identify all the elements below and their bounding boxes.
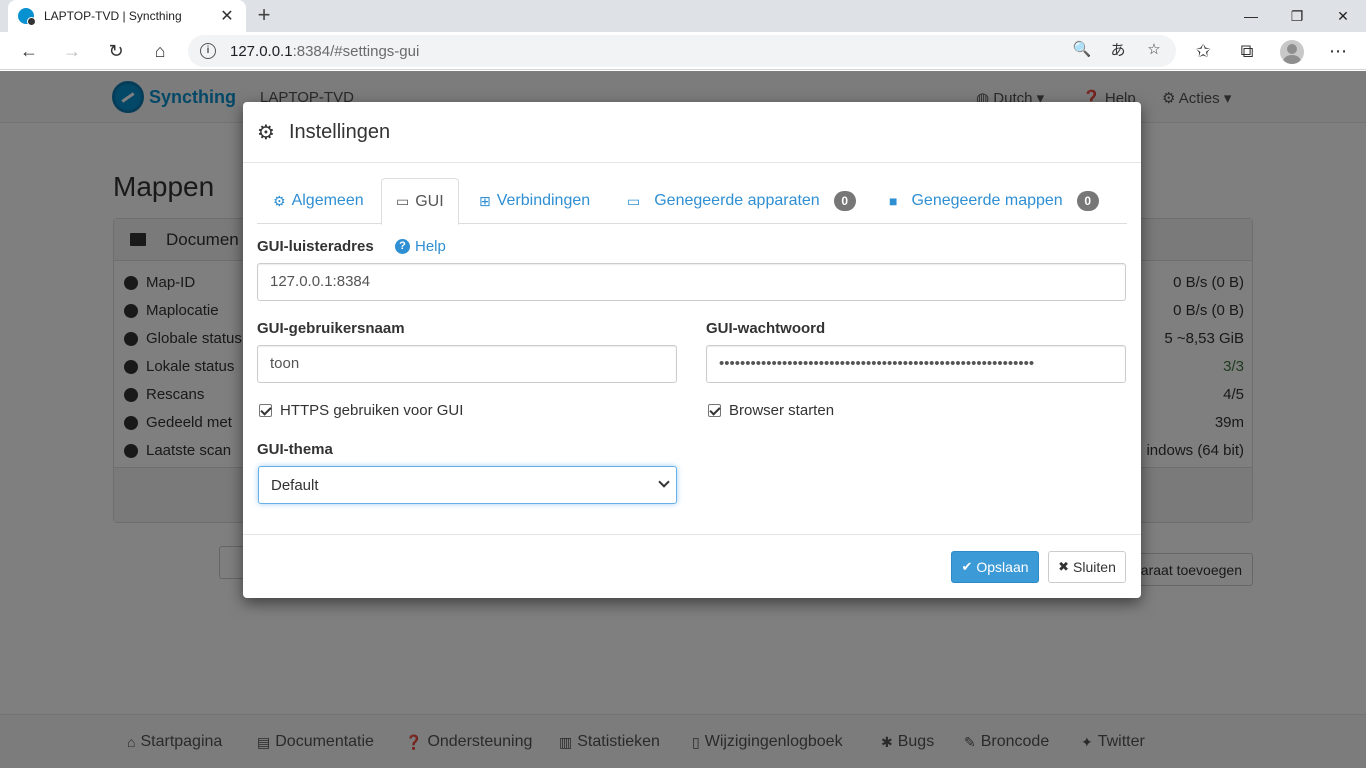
cog-icon: ⚙ <box>273 192 286 209</box>
url-path: :8384/#settings-gui <box>292 42 420 60</box>
new-tab-icon[interactable]: + <box>252 4 276 28</box>
check-icon: ✔ <box>961 559 973 574</box>
translate-icon[interactable]: あ <box>1107 38 1129 60</box>
more-menu-icon[interactable]: ⋯ <box>1323 36 1353 66</box>
theme-select-value: Default <box>271 476 319 494</box>
syncthing-favicon-icon <box>18 8 36 26</box>
sitemap-icon: ⊞ <box>479 192 491 209</box>
chevron-down-icon <box>658 476 670 488</box>
favorites-icon[interactable]: ✩ <box>1188 36 1218 66</box>
folder-tab-icon: ■ <box>889 193 898 209</box>
https-checkbox-label: HTTPS gebruiken voor GUI <box>280 402 464 419</box>
modal-footer: ✔ Opslaan ✖ Sluiten <box>243 534 1141 598</box>
gear-icon: ⚙ <box>257 121 275 144</box>
tab-gui[interactable]: ▭ GUI <box>381 178 459 225</box>
reload-icon[interactable]: ↻ <box>101 36 131 66</box>
settings-tabs: ⚙ Algemeen ▭ GUI ⊞ Verbindingen ▭ Genegeerde… <box>257 178 1127 225</box>
modal-title: Instellingen <box>288 120 391 143</box>
theme-label: GUI-thema <box>257 441 333 458</box>
restore-icon[interactable]: ❐ <box>1274 0 1320 32</box>
close-x-icon: ✖ <box>1058 559 1070 574</box>
home-icon[interactable]: ⌂ <box>145 36 175 66</box>
address-bar[interactable]: i 127.0.0.1:8384/#settings-gui <box>188 35 1176 67</box>
settings-modal: ⚙ Instellingen ⚙ Algemeen ▭ GUI ⊞ Verbindin… <box>243 102 1141 598</box>
browser-start-checkbox[interactable] <box>708 404 721 417</box>
tab-title: LAPTOP-TVD | Syncthing <box>44 9 182 23</box>
ignored-devices-badge: 0 <box>833 191 856 211</box>
theme-select[interactable]: Default <box>258 466 677 504</box>
question-circle-icon: ? <box>395 239 410 254</box>
https-checkbox-row[interactable]: HTTPS gebruiken voor GUI <box>259 402 463 419</box>
password-input[interactable]: ••••••••••••••••••••••••••••••••••••••••… <box>706 345 1126 383</box>
browser-toolbar: ← → ↻ ⌂ i 127.0.0.1:8384/#settings-gui 🔍… <box>0 32 1366 70</box>
browser-tabstrip: LAPTOP-TVD | Syncthing ✕ + — ❐ ✕ <box>0 0 1366 32</box>
browser-start-label: Browser starten <box>729 402 835 419</box>
ignored-folders-badge: 0 <box>1076 191 1099 211</box>
save-button[interactable]: ✔ Opslaan <box>951 551 1039 583</box>
laptop-icon: ▭ <box>627 192 641 209</box>
tab-connections[interactable]: ⊞ Verbindingen <box>465 178 604 224</box>
password-label: GUI-wachtwoord <box>706 320 826 337</box>
minimize-icon[interactable]: — <box>1228 0 1274 32</box>
listen-address-input[interactable]: 127.0.0.1:8384 <box>257 263 1126 301</box>
listen-address-help-link[interactable]: ? Help <box>395 238 446 255</box>
https-checkbox[interactable] <box>259 404 272 417</box>
profile-avatar[interactable] <box>1280 40 1304 64</box>
tab-close-icon[interactable]: ✕ <box>218 6 236 26</box>
collections-icon[interactable]: ⧉ <box>1232 36 1262 66</box>
modal-header: ⚙ Instellingen <box>243 102 1141 163</box>
forward-icon[interactable]: → <box>57 36 87 66</box>
username-input[interactable]: toon <box>257 345 677 383</box>
window-close-icon[interactable]: ✕ <box>1320 0 1366 32</box>
url-host: 127.0.0.1 <box>230 42 293 60</box>
back-icon[interactable]: ← <box>14 36 44 66</box>
tab-ignored-folders[interactable]: ■ Genegeerde mappen 0 <box>875 178 1113 224</box>
listen-address-label: GUI-luisteradres <box>257 238 374 255</box>
close-button[interactable]: ✖ Sluiten <box>1048 551 1126 583</box>
username-label: GUI-gebruikersnaam <box>257 320 405 337</box>
favorite-star-icon[interactable]: ☆ <box>1143 38 1165 60</box>
site-info-icon[interactable]: i <box>200 43 216 59</box>
browser-start-checkbox-row[interactable]: Browser starten <box>708 402 834 419</box>
zoom-icon[interactable]: 🔍 <box>1071 38 1093 60</box>
desktop-icon: ▭ <box>396 193 410 209</box>
tab-general[interactable]: ⚙ Algemeen <box>259 178 378 224</box>
tab-ignored-devices[interactable]: ▭ Genegeerde apparaten 0 <box>613 178 870 224</box>
browser-tab[interactable]: LAPTOP-TVD | Syncthing ✕ <box>8 0 246 32</box>
